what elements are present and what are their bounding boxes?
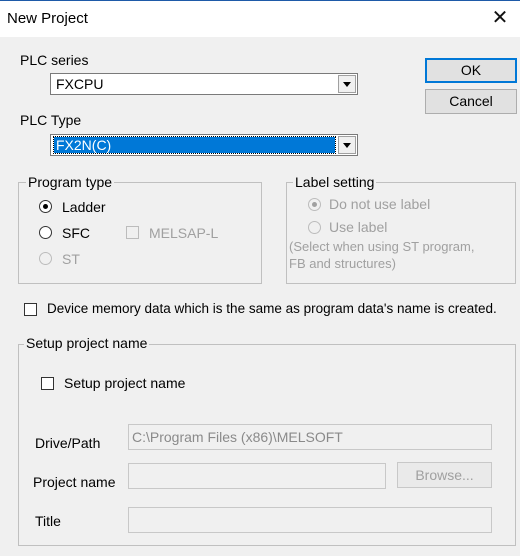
drive-path-value: C:\Program Files (x86)\MELSOFT <box>132 429 343 445</box>
plc-type-dropdown[interactable]: FX2N(C) <box>50 134 358 156</box>
plc-series-value: FXCPU <box>56 76 104 92</box>
ok-button[interactable]: OK <box>425 58 517 83</box>
setup-project-name-checkbox-label: Setup project name <box>64 375 186 391</box>
title-field <box>128 507 492 533</box>
setup-project-name-checkbox[interactable] <box>41 377 54 390</box>
drive-path-label: Drive/Path <box>35 435 101 451</box>
chevron-down-icon[interactable] <box>338 75 356 93</box>
drive-path-field: C:\Program Files (x86)\MELSOFT <box>128 424 492 450</box>
label-setting-note-line1: (Select when using ST program, <box>289 239 475 254</box>
do-not-use-label-text: Do not use label <box>329 196 431 212</box>
program-type-group <box>18 182 262 284</box>
chevron-down-icon[interactable] <box>338 136 356 154</box>
dialog-title: New Project <box>7 10 88 27</box>
plc-series-label: PLC series <box>20 52 89 68</box>
use-label-text: Use label <box>329 219 388 235</box>
project-name-label: Project name <box>33 474 116 490</box>
label-setting-note-line2: FB and structures) <box>289 256 396 271</box>
program-type-legend: Program type <box>26 174 115 190</box>
melsap-l-label: MELSAP-L <box>149 225 219 241</box>
setup-project-name-legend: Setup project name <box>24 335 150 351</box>
ladder-label: Ladder <box>62 199 106 215</box>
label-setting-legend: Label setting <box>293 174 377 190</box>
title-bar: New Project ✕ <box>0 0 520 37</box>
project-name-field <box>128 463 386 489</box>
title-label: Title <box>35 513 61 529</box>
radio-dot <box>43 204 48 209</box>
plc-type-value: FX2N(C) <box>53 136 336 154</box>
plc-series-dropdown[interactable]: FXCPU <box>50 73 358 95</box>
new-project-dialog: New Project ✕ PLC series FXCPU PLC Type … <box>0 0 520 556</box>
device-memory-checkbox[interactable] <box>24 303 37 316</box>
plc-type-label: PLC Type <box>20 112 82 128</box>
use-label-radio <box>308 221 321 234</box>
radio-dot <box>312 202 317 207</box>
browse-button: Browse... <box>397 462 492 488</box>
close-icon[interactable]: ✕ <box>490 6 510 30</box>
melsap-l-checkbox <box>126 226 139 239</box>
sfc-radio[interactable] <box>39 226 52 239</box>
do-not-use-label-radio <box>308 198 321 211</box>
st-radio <box>39 252 52 265</box>
sfc-label: SFC <box>62 225 90 241</box>
st-label: ST <box>62 251 80 267</box>
device-memory-label: Device memory data which is the same as … <box>47 301 497 316</box>
ladder-radio[interactable] <box>39 200 52 213</box>
cancel-button[interactable]: Cancel <box>425 89 517 114</box>
